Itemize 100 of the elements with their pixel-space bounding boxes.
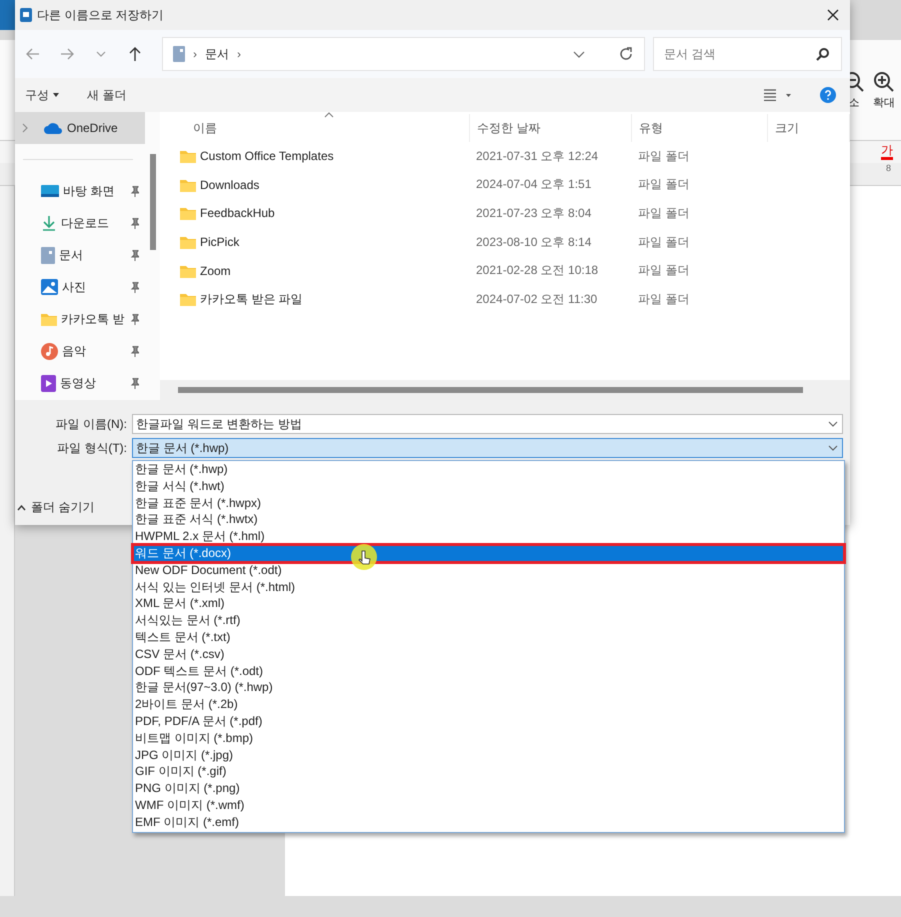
font-color-button[interactable]: 가 [881, 144, 893, 160]
forward-icon[interactable] [59, 46, 75, 62]
field-label: 파일 형식(T): [56, 440, 128, 456]
sidebar-item[interactable]: OneDrive [15, 112, 145, 144]
file-row[interactable]: 카카오톡 받은 파일 2024-07-02 오전 11:30 파일 폴더 [160, 284, 850, 314]
file-name: PicPick [200, 235, 240, 250]
video-icon [41, 374, 56, 392]
dropdown-option[interactable]: 한글 문서(97~3.0) (*.hwp) [133, 679, 844, 696]
music-icon [41, 342, 58, 360]
dropdown-option[interactable]: WMF 이미지 (*.wmf) [133, 796, 844, 814]
column-header[interactable]: 이름 [160, 114, 470, 142]
expand-chevron-icon[interactable] [21, 123, 29, 133]
sidebar-item[interactable]: 문서 [15, 239, 145, 271]
type-cell-text: 파일 폴더 [637, 290, 690, 308]
pointer-icon [351, 544, 377, 570]
zoom-in-label: 확대 [873, 96, 895, 110]
app-window-edge [0, 0, 15, 30]
file-row[interactable]: FeedbackHub 2021-07-23 오후 8:04 파일 폴더 [160, 199, 850, 228]
file-name-field[interactable]: 한글파일 워드로 변환하는 방법 [132, 414, 843, 434]
date-cell-text: 2021-02-28 오전 10:18 [475, 262, 600, 280]
sidebar-item[interactable]: 바탕 화면 [15, 175, 145, 207]
folder-icon [180, 235, 196, 250]
new-folder-button[interactable]: 새 폴더 [87, 86, 126, 104]
dropdown-option[interactable]: 텍스트 문서 (*.txt) [133, 628, 844, 646]
chevron-down-icon [828, 421, 838, 427]
hide-folders-button[interactable]: 폴더 숨기기 [15, 498, 105, 517]
search-field[interactable]: 문서 검색 [653, 37, 842, 71]
file-row[interactable]: Downloads 2024-07-04 오후 1:51 파일 폴더 [160, 170, 850, 200]
dropdown-option[interactable]: 서식있는 문서 (*.rtf) [133, 612, 844, 629]
chevron-up-icon [17, 504, 26, 510]
date-cell-text: 2023-08-10 오후 8:14 [475, 234, 592, 251]
help-icon[interactable] [820, 87, 836, 103]
ruler-number: 8 [886, 163, 891, 173]
folder-icon [180, 149, 196, 164]
dropdown-option[interactable]: 한글 서식 (*.hwt) [133, 478, 844, 495]
breadcrumb-separator: › [193, 47, 197, 61]
sidebar-item[interactable]: 동영상 [15, 367, 145, 399]
dropdown-option[interactable]: 서식 있는 인터넷 문서 (*.html) [133, 578, 844, 596]
column-header[interactable]: 크기 [768, 114, 850, 142]
dropdown-option[interactable]: EMF 이미지 (*.emf) [133, 814, 844, 831]
breadcrumb[interactable]: 문서 [205, 46, 229, 62]
caret-icon [53, 93, 59, 97]
download-icon [41, 215, 57, 231]
picture-icon [41, 279, 58, 295]
dropdown-option[interactable]: New ODF Document (*.odt) [133, 562, 844, 579]
dropdown-option[interactable]: 한글 표준 서식 (*.hwtx) [133, 511, 844, 528]
back-icon[interactable] [25, 46, 41, 62]
search-icon[interactable] [816, 47, 830, 61]
document-icon [173, 46, 185, 62]
file-row[interactable]: PicPick 2023-08-10 오후 8:14 파일 폴더 [160, 228, 850, 256]
sidebar-item[interactable]: 음악 [15, 335, 145, 367]
dropdown-option[interactable]: 2바이트 문서 (*.2b) [133, 696, 844, 713]
date-cell-text: 2024-07-02 오전 11:30 [475, 290, 598, 308]
refresh-icon[interactable] [618, 46, 634, 62]
zoom-in-icon [873, 70, 895, 92]
folder-icon [180, 292, 196, 306]
dropdown-option[interactable]: PNG 이미지 (*.png) [133, 780, 844, 797]
folder-icon [41, 312, 57, 326]
cloud-icon [43, 121, 63, 135]
organize-button[interactable]: 구성 [25, 86, 59, 104]
file-row[interactable]: Zoom 2021-02-28 오전 10:18 파일 폴더 [160, 256, 850, 285]
dropdown-option[interactable]: 워드 문서 (*.docx) [133, 544, 844, 562]
up-icon[interactable] [127, 46, 143, 62]
scrollbar[interactable] [178, 387, 803, 393]
file-type-dropdown[interactable]: 한글 문서 (*.hwp) [132, 438, 843, 458]
dropdown-option[interactable]: 비트맵 이미지 (*.bmp) [133, 730, 844, 747]
type-cell-text: 파일 폴더 [637, 262, 690, 280]
address-bar[interactable]: › 문서 › [162, 37, 645, 71]
app-icon [20, 8, 32, 22]
dropdown-option[interactable]: PDF, PDF/A 문서 (*.pdf) [133, 712, 844, 730]
column-header[interactable]: 수정한 날짜 [470, 114, 632, 142]
dropdown-option[interactable]: XML 문서 (*.xml) [133, 595, 844, 612]
dropdown-option[interactable]: HWPML 2.x 문서 (*.hml) [133, 528, 844, 545]
desktop-icon [41, 184, 59, 198]
date-cell-text: 2021-07-23 오후 8:04 [475, 204, 592, 222]
sort-caret-icon [324, 112, 334, 118]
type-cell-text: 파일 폴더 [637, 176, 690, 194]
dropdown-option[interactable]: JPG 이미지 (*.jpg) [133, 746, 844, 764]
type-cell-text: 파일 폴더 [637, 204, 690, 222]
dropdown-option[interactable]: 한글 표준 문서 (*.hwpx) [133, 494, 844, 512]
sidebar-item[interactable]: 카카오톡 받 [15, 303, 145, 335]
file-name: 카카오톡 받은 파일 [200, 290, 303, 308]
close-icon[interactable] [826, 8, 840, 22]
column-header[interactable]: 유형 [632, 114, 768, 142]
dropdown-option[interactable]: GIF 이미지 (*.gif) [133, 763, 844, 780]
folder-icon [180, 264, 196, 278]
field-label: 파일 이름(N): [54, 416, 128, 432]
type-cell-text: 파일 폴더 [637, 234, 690, 251]
view-options-icon[interactable] [764, 89, 792, 101]
sidebar-item[interactable]: 사진 [15, 271, 145, 303]
document-icon [41, 246, 55, 264]
folder-icon [180, 178, 196, 192]
dropdown-option[interactable]: ODF 텍스트 문서 (*.odt) [133, 662, 844, 680]
scrollbar[interactable] [150, 154, 156, 250]
chevron-down-icon [828, 445, 838, 451]
dropdown-option[interactable]: CSV 문서 (*.csv) [133, 646, 844, 663]
dropdown-option[interactable]: 한글 문서 (*.hwp) [133, 461, 844, 478]
sidebar-item[interactable]: 다운로드 [15, 207, 145, 239]
file-row[interactable]: Custom Office Templates 2021-07-31 오후 12:24 파일 폴더 [160, 142, 850, 171]
zoom-out-label: 소 [848, 96, 860, 110]
